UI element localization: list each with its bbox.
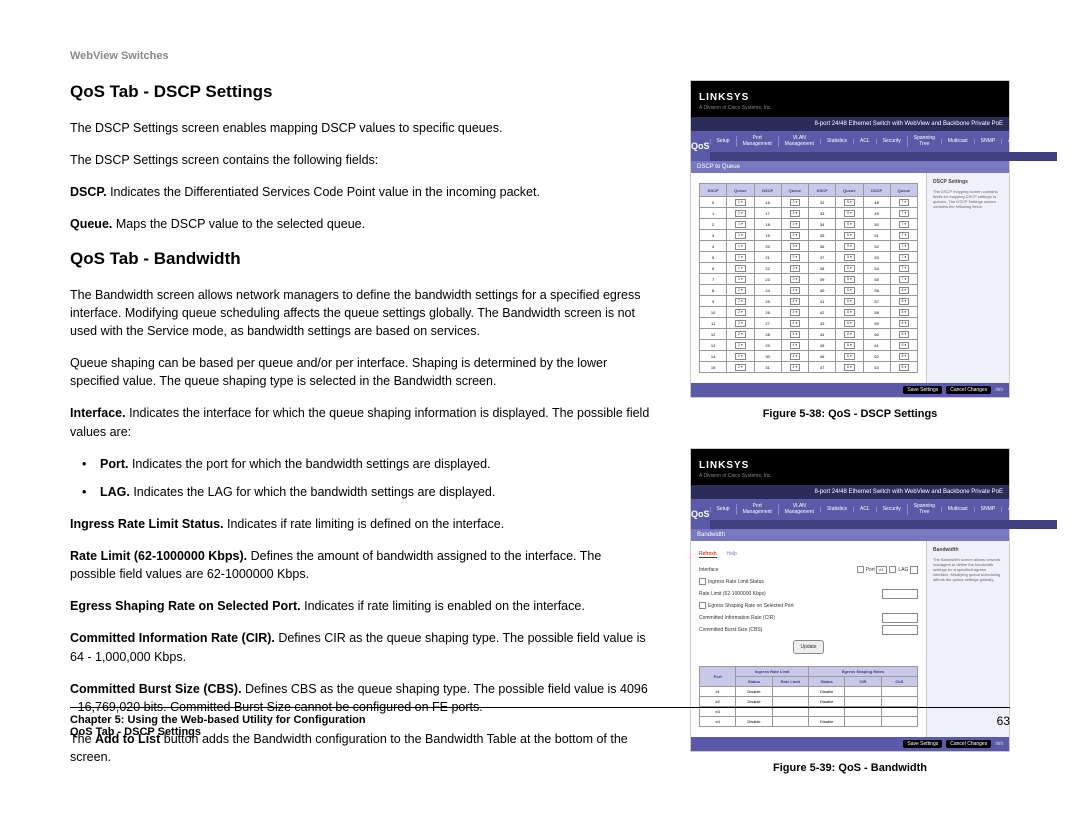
nav-row: SetupPort ManagementVLAN ManagementStati…: [710, 499, 1057, 520]
field-cir: Committed Information Rate (CIR). Define…: [70, 629, 650, 665]
field-queue: Queue. Maps the DSCP value to the select…: [70, 215, 650, 233]
tab-help: Help: [727, 551, 737, 558]
logo-subtext: A Division of Cisco Systems, Inc.: [699, 473, 1001, 479]
interface-bullets: Port. Indicates the port for which the b…: [70, 455, 650, 501]
field-cir-label: Committed Information Rate (CIR).: [70, 631, 275, 645]
nav-qos: QoS: [691, 131, 710, 161]
bullet-lag: LAG. Indicates the LAG for which the ban…: [100, 483, 650, 501]
field-egress: Egress Shaping Rate on Selected Port. In…: [70, 597, 650, 615]
field-egress-label: Egress Shaping Rate on Selected Port.: [70, 599, 301, 613]
field-dscp-label: DSCP.: [70, 185, 107, 199]
save-button: Save Settings: [903, 740, 942, 748]
dscp-table: DSCPQueueDSCPQueueDSCPQueueDSCPQueue01 ▾…: [699, 183, 918, 373]
side-body: The Bandwidth screen allows network mana…: [933, 557, 1003, 583]
cb-ingress: [699, 578, 706, 585]
input-cir: [882, 613, 918, 623]
subnav-dscp: DSCP to Queue: [691, 161, 1009, 173]
field-cbs-label: Committed Burst Size (CBS).: [70, 682, 242, 696]
input-rate: [882, 589, 918, 599]
side-title: DSCP Settings: [933, 179, 1003, 186]
section2-p1: The Bandwidth screen allows network mana…: [70, 286, 650, 340]
logo-text: LINKSYS: [699, 460, 749, 471]
radio-lag: [889, 566, 896, 573]
lbl-egress: Egress Shaping Rate on Selected Port: [708, 603, 794, 609]
nav-row: SetupPort ManagementVLAN ManagementStati…: [710, 131, 1057, 152]
cisco-icon: ılıılı: [995, 741, 1003, 747]
cancel-button: Cancel Changes: [946, 386, 991, 394]
nav-qos: QoS: [691, 499, 710, 529]
field-ingress-text: Indicates if rate limiting is defined on…: [224, 517, 505, 531]
input-cbs: [882, 625, 918, 635]
subnav-bandwidth: Bandwidth: [691, 529, 1009, 541]
product-strip: 8-port 24/48 Ethernet Switch with WebVie…: [691, 117, 1009, 131]
doc-header: WebView Switches: [70, 50, 1010, 62]
field-ingress: Ingress Rate Limit Status. Indicates if …: [70, 515, 650, 533]
product-strip: 8-port 24/48 Ethernet Switch with WebVie…: [691, 485, 1009, 499]
sel-port: e1: [876, 566, 886, 574]
footer-section: QoS Tab - DSCP Settings: [70, 726, 366, 738]
section2-title: QoS Tab - Bandwidth: [70, 247, 650, 272]
section1-p1: The DSCP Settings screen enables mapping…: [70, 119, 650, 137]
lbl-cir: Committed Information Rate (CIR): [699, 613, 775, 623]
nav-subrow: [710, 152, 1057, 161]
field-egress-text: Indicates if rate limiting is enabled on…: [301, 599, 585, 613]
section1-title: QoS Tab - DSCP Settings: [70, 80, 650, 105]
figures-column: LINKSYS A Division of Cisco Systems, Inc…: [690, 80, 1010, 802]
logo-subtext: A Division of Cisco Systems, Inc.: [699, 105, 1001, 111]
fig2-caption: Figure 5-39: QoS - Bandwidth: [690, 762, 1010, 774]
lbl-interface: Interface: [699, 565, 718, 575]
fig1-caption: Figure 5-38: QoS - DSCP Settings: [690, 408, 1010, 420]
page-number: 63: [997, 714, 1010, 728]
update-button: Update: [793, 640, 823, 654]
cb-egress: [699, 602, 706, 609]
side-title: Bandwidth: [933, 547, 1003, 554]
bw-tabs: Refresh Help: [699, 551, 918, 558]
logo-text: LINKSYS: [699, 92, 749, 103]
field-queue-text: Maps the DSCP value to the selected queu…: [112, 217, 365, 231]
bullet-port: Port. Indicates the port for which the b…: [100, 455, 650, 473]
radio-port: [857, 566, 864, 573]
save-button: Save Settings: [903, 386, 942, 394]
footer-chapter: Chapter 5: Using the Web-based Utility f…: [70, 714, 366, 726]
lbl-lag: LAG: [898, 567, 908, 573]
cancel-button: Cancel Changes: [946, 740, 991, 748]
lbl-cbs: Committed Burst Size (CBS): [699, 625, 762, 635]
field-queue-label: Queue.: [70, 217, 112, 231]
lbl-rate: Rate Limit (62-1000000 Kbps): [699, 589, 766, 599]
bullet-port-label: Port.: [100, 457, 128, 471]
sel-lag: [910, 566, 918, 574]
lbl-port: Port: [866, 567, 875, 573]
field-interface-label: Interface.: [70, 406, 126, 420]
bullet-port-text: Indicates the port for which the bandwid…: [128, 457, 490, 471]
main-text-column: QoS Tab - DSCP Settings The DSCP Setting…: [70, 80, 650, 802]
section1-p2: The DSCP Settings screen contains the fo…: [70, 151, 650, 169]
nav-subrow: [710, 520, 1057, 529]
field-dscp-text: Indicates the Differentiated Services Co…: [107, 185, 540, 199]
side-body: The DSCP mapping screen contains fields …: [933, 189, 1003, 210]
bw-form: Interface Port e1 LAG Ingress Rate Limit…: [699, 564, 918, 654]
field-rate-label: Rate Limit (62-1000000 Kbps).: [70, 549, 247, 563]
bullet-lag-text: Indicates the LAG for which the bandwidt…: [130, 485, 496, 499]
lbl-ingress: Ingress Rate Limit Status: [708, 579, 764, 585]
tab-refresh: Refresh: [699, 551, 717, 558]
page-footer: Chapter 5: Using the Web-based Utility f…: [70, 707, 1010, 738]
cisco-icon: ılıılı: [995, 387, 1003, 393]
field-ingress-label: Ingress Rate Limit Status.: [70, 517, 224, 531]
field-interface: Interface. Indicates the interface for w…: [70, 404, 650, 440]
field-interface-text: Indicates the interface for which the qu…: [70, 406, 649, 438]
figure-dscp-screenshot: LINKSYS A Division of Cisco Systems, Inc…: [690, 80, 1010, 398]
field-rate: Rate Limit (62-1000000 Kbps). Defines th…: [70, 547, 650, 583]
bullet-lag-label: LAG.: [100, 485, 130, 499]
field-dscp: DSCP. Indicates the Differentiated Servi…: [70, 183, 650, 201]
section2-p2: Queue shaping can be based per queue and…: [70, 354, 650, 390]
